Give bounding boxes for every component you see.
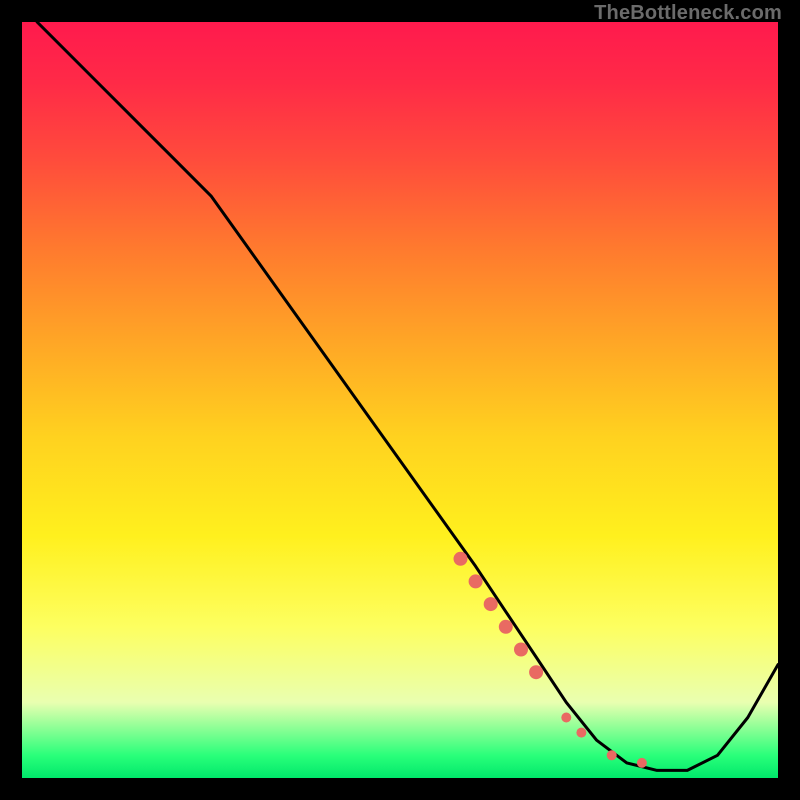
highlight-dot xyxy=(607,750,617,760)
highlight-dot xyxy=(499,620,513,634)
highlight-dot xyxy=(514,643,528,657)
highlight-dot xyxy=(637,758,647,768)
chart-svg xyxy=(22,22,778,778)
highlight-dot xyxy=(561,713,571,723)
highlight-dots xyxy=(454,552,647,768)
highlight-dot xyxy=(576,728,586,738)
highlight-dot xyxy=(469,574,483,588)
highlight-dot xyxy=(529,665,543,679)
highlight-dot xyxy=(484,597,498,611)
chart-frame: TheBottleneck.com xyxy=(0,0,800,800)
curve-path-group xyxy=(37,22,778,770)
plot-area xyxy=(22,22,778,778)
curve-line xyxy=(37,22,778,770)
highlight-dot xyxy=(454,552,468,566)
watermark-text: TheBottleneck.com xyxy=(594,2,782,25)
